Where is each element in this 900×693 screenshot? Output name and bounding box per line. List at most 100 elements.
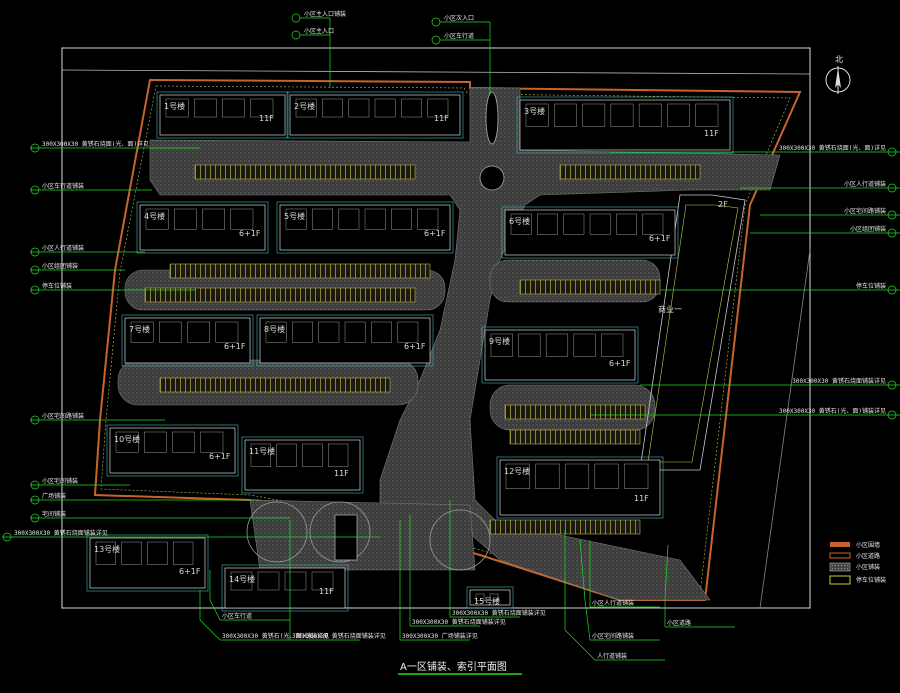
- building-floors: 6+1F: [609, 359, 631, 368]
- building-b3: 3号楼 11F: [516, 96, 734, 154]
- north-arrow: 北: [825, 55, 851, 94]
- leader-underline: [584, 599, 591, 641]
- legend: 小区围墙 小区道路 小区铺装 停车位铺装: [829, 541, 886, 585]
- building-b11: 11号楼 11F: [241, 436, 364, 494]
- drawing-title: A一区铺装、索引平面图: [400, 660, 507, 673]
- leader-underline: [199, 619, 221, 641]
- building-name: 14号楼: [229, 574, 255, 584]
- annotation-text: 300X300X30 黄锈石烧面铺装详见: [792, 377, 886, 385]
- building-floors: 6+1F: [224, 342, 246, 351]
- building-name: 7号楼: [129, 324, 150, 334]
- annotation-text: 小区人行道铺装: [844, 180, 886, 188]
- annotation-text: 小区宅间路铺装: [42, 412, 84, 420]
- annotation-text: 小区组团铺装: [850, 225, 886, 233]
- annotation-text: 小区组团铺装: [42, 262, 78, 270]
- building-floors: 6+1F: [179, 567, 201, 576]
- building-floors: 6+1F: [424, 229, 446, 238]
- building-b2: 2号楼 11F: [286, 91, 464, 139]
- annotation-text: 300X300X30 黄锈石烧面铺装详见: [412, 618, 506, 626]
- building-name: 15号楼: [474, 596, 500, 606]
- index-bubble: [291, 13, 301, 23]
- legend-label-2: 小区道路: [856, 552, 880, 560]
- building-name: 11号楼: [249, 446, 275, 456]
- legend-swatch-yellow: [829, 575, 851, 585]
- annotation-left-6: 小区宅间路铺装: [30, 412, 165, 425]
- building-name: 6号楼: [509, 216, 530, 226]
- annotation-top-left_2: 小区主入口: [291, 27, 334, 40]
- legend-swatch-orange: [830, 542, 850, 547]
- legend-label-4: 停车位铺装: [856, 576, 886, 584]
- building-floors: 11F: [634, 494, 649, 503]
- building-b7: 7号楼 6+1F: [121, 314, 254, 367]
- annotation-text: 停车位铺装: [856, 282, 886, 290]
- annotation-top-left_1: 小区主入口铺装: [291, 10, 346, 88]
- building-name: 3号楼: [524, 106, 545, 116]
- annotation-text: 300X300X30 黄锈石(光、面)铺装详见: [222, 632, 329, 640]
- annotation-top-center_2: 小区车行道: [431, 32, 490, 45]
- index-bubble: [431, 35, 441, 45]
- clubhouse-label: 商业一: [658, 304, 682, 314]
- building-name: 12号楼: [504, 466, 530, 476]
- annotation-text: 小区车行道铺装: [42, 182, 84, 190]
- building-floors: 6+1F: [404, 342, 426, 351]
- annotation-text: 300X300X30 黄锈石烧面(光、面)详见: [42, 140, 149, 148]
- annotation-text: 300X300X30 广场铺装详见: [402, 632, 478, 640]
- annotation-text: 小区宅间路铺装: [592, 632, 634, 640]
- building-floors: 11F: [704, 129, 719, 138]
- building-b5: 5号楼 6+1F: [276, 201, 454, 254]
- annotation-text: 300X300X30 黄锈石烧面(光、面)详见: [779, 144, 886, 152]
- legend-label-3: 小区铺装: [856, 563, 880, 571]
- annotation-text: 小区人行道铺装: [592, 599, 634, 607]
- building-name: 2号楼: [294, 101, 315, 111]
- annotation-text: 广场铺装: [42, 492, 66, 500]
- annotation-left-9: 宅间铺装: [30, 510, 290, 523]
- building-name: 13号楼: [94, 544, 120, 554]
- annotation-left-2: 小区车行道铺装: [30, 182, 152, 195]
- annotation-right-4: 小区组团铺装: [750, 225, 900, 238]
- annotation-text: 小区车行道: [444, 32, 474, 40]
- building-floors: 11F: [434, 114, 449, 123]
- annotation-text: 小区主入口: [304, 27, 334, 35]
- building-floors: 11F: [334, 469, 349, 478]
- building-b12: 12号楼 11F: [496, 456, 664, 519]
- annotation-text: 小区主入口铺装: [304, 10, 346, 18]
- building-floors: 11F: [259, 114, 274, 123]
- roundabout-north: [479, 165, 505, 191]
- building-b4: 4号楼 6+1F: [136, 201, 269, 254]
- index-bubble: [291, 30, 301, 40]
- building-floors: 6+1F: [649, 234, 671, 243]
- legend-label-1: 小区围墙: [856, 541, 880, 549]
- annotation-text: 300X300X30 黄锈石(光、面)铺装详见: [779, 407, 886, 415]
- plaza-center-block: [334, 514, 358, 561]
- legend-swatch-gray: [829, 562, 851, 572]
- building-name: 9号楼: [489, 336, 510, 346]
- building-b9: 9号楼 6+1F: [481, 326, 639, 384]
- annotation-text: 小区车行道: [222, 612, 252, 620]
- building-floors: 6+1F: [209, 452, 231, 461]
- building-floors: 6+1F: [239, 229, 261, 238]
- building-b14: 14号楼 11F: [221, 564, 349, 612]
- north-label: 北: [835, 55, 843, 64]
- annotation-right-5: 停车位铺装: [660, 282, 900, 295]
- building-b1: 1号楼 11F: [156, 91, 289, 139]
- building-footprint: [519, 99, 731, 151]
- annotation-text: 小区次入口: [444, 14, 474, 22]
- annotation-left-7: 小区宅间铺装: [30, 477, 130, 490]
- site-plan-drawing: 商业一 2F 1号楼11F2号楼11F3号楼11F4号楼6+1F5号楼6+1F6…: [2, 10, 900, 675]
- external-road-edge: [61, 69, 811, 75]
- building-b15: 15号楼: [466, 586, 514, 609]
- annotation-left-4: 小区组团铺装: [30, 262, 125, 275]
- annotation-right-3: 小区宅间路铺装: [760, 207, 900, 220]
- annotation-text: 小区道路: [667, 619, 691, 627]
- building-name: 1号楼: [164, 101, 185, 111]
- building-name: 4号楼: [144, 211, 165, 221]
- building-b10: 10号楼 6+1F: [106, 424, 239, 477]
- annotation-text: 小区宅间铺装: [42, 477, 78, 485]
- annotation-text: 300X300X30 黄锈石烧面铺装详见: [14, 529, 108, 537]
- annotation-text: 300X300X30 黄锈石烧面铺装详见: [452, 609, 546, 617]
- annotation-text: 小区宅间路铺装: [844, 207, 886, 215]
- building-b6: 6号楼 6+1F: [501, 206, 679, 259]
- annotation-text: 宅间铺装: [42, 510, 66, 518]
- building-name: 8号楼: [264, 324, 285, 334]
- entrance-median: [485, 91, 499, 145]
